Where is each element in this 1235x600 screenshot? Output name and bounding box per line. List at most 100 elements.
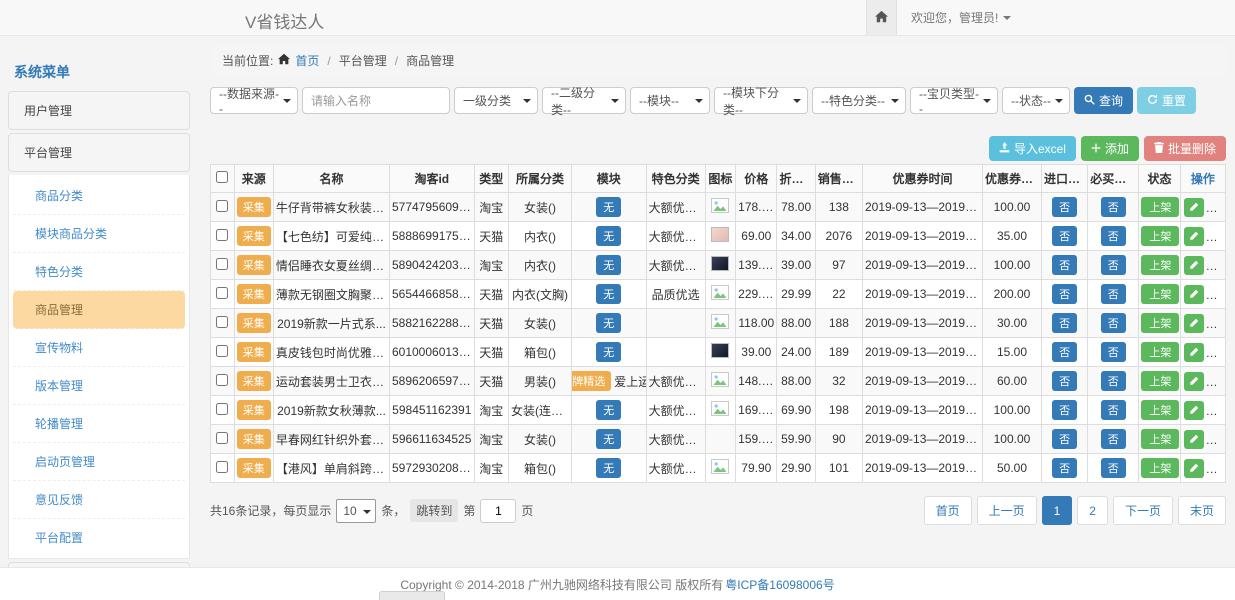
name-input[interactable] [302, 87, 450, 114]
import-select-toggle[interactable]: 否 [1052, 429, 1077, 449]
status-toggle-button[interactable]: 上架 [1141, 371, 1179, 391]
row-checkbox[interactable] [216, 461, 228, 473]
status-toggle-button[interactable]: 上架 [1141, 226, 1179, 246]
row-checkbox[interactable] [216, 200, 228, 212]
sidebar-item-意见反馈[interactable]: 意见反馈 [13, 481, 185, 519]
row-checkbox[interactable] [216, 229, 228, 241]
import-select-toggle[interactable]: 否 [1052, 313, 1077, 333]
source-badge[interactable]: 采集 [237, 313, 271, 333]
row-checkbox[interactable] [216, 345, 228, 357]
source-badge[interactable]: 采集 [237, 255, 271, 275]
sidebar-item-商品管理[interactable]: 商品管理 [13, 291, 185, 329]
row-checkbox[interactable] [216, 287, 228, 299]
import-excel-button[interactable]: 导入excel [989, 136, 1076, 161]
add-button[interactable]: 添加 [1081, 136, 1139, 161]
sidebar-item-版本管理[interactable]: 版本管理 [13, 367, 185, 405]
page-button-下一页[interactable]: 下一页 [1113, 496, 1173, 525]
must-buy-toggle[interactable]: 否 [1101, 429, 1126, 449]
module-badge[interactable]: 无 [596, 197, 621, 217]
must-buy-toggle[interactable]: 否 [1101, 197, 1126, 217]
source-badge[interactable]: 采集 [237, 226, 271, 246]
status-toggle-button[interactable]: 上架 [1141, 429, 1179, 449]
page-button-末页[interactable]: 末页 [1178, 496, 1226, 525]
source-badge[interactable]: 采集 [237, 371, 271, 391]
import-select-toggle[interactable]: 否 [1052, 400, 1077, 420]
home-button[interactable] [866, 0, 897, 35]
row-checkbox[interactable] [216, 432, 228, 444]
row-checkbox[interactable] [216, 316, 228, 328]
reset-button[interactable]: 重置 [1137, 87, 1196, 114]
batch-delete-button[interactable]: 批量删除 [1144, 136, 1226, 161]
module-badge[interactable]: 无 [596, 255, 621, 275]
module-sub-category-select[interactable]: --模块下分类-- [714, 87, 808, 114]
sidebar-item-平台管理[interactable]: 平台管理 [8, 133, 190, 172]
edit-button[interactable] [1184, 227, 1204, 246]
sidebar-item-宣传物料[interactable]: 宣传物料 [13, 329, 185, 367]
status-toggle-button[interactable]: 上架 [1141, 400, 1179, 420]
per-page-select[interactable]: 10 [336, 499, 376, 523]
import-select-toggle[interactable]: 否 [1052, 226, 1077, 246]
breadcrumb-home-link[interactable]: 首页 [295, 52, 319, 69]
module-badge[interactable]: 无 [596, 284, 621, 304]
edit-button[interactable] [1184, 401, 1204, 420]
page-button-上一页[interactable]: 上一页 [977, 496, 1037, 525]
module-badge[interactable]: 品牌精选 [571, 371, 611, 391]
page-button-2[interactable]: 2 [1077, 496, 1108, 525]
edit-button[interactable] [1184, 285, 1204, 304]
module-badge[interactable]: 无 [596, 400, 621, 420]
jump-to-button[interactable]: 跳转到 [410, 499, 458, 522]
must-buy-toggle[interactable]: 否 [1101, 400, 1126, 420]
source-badge[interactable]: 采集 [237, 429, 271, 449]
source-badge[interactable]: 采集 [237, 197, 271, 217]
edit-button[interactable] [1184, 256, 1204, 275]
icp-link[interactable]: 粤ICP备16098006号 [725, 576, 834, 593]
must-buy-toggle[interactable]: 否 [1101, 226, 1126, 246]
import-select-toggle[interactable]: 否 [1052, 342, 1077, 362]
sidebar-item-轮播管理[interactable]: 轮播管理 [13, 405, 185, 443]
import-select-toggle[interactable]: 否 [1052, 255, 1077, 275]
module-badge[interactable]: 无 [596, 313, 621, 333]
module-badge[interactable]: 无 [596, 226, 621, 246]
level2-category-select[interactable]: --二级分类-- [542, 87, 626, 114]
status-toggle-button[interactable]: 上架 [1141, 313, 1179, 333]
import-select-toggle[interactable]: 否 [1052, 458, 1077, 478]
must-buy-toggle[interactable]: 否 [1101, 371, 1126, 391]
import-select-toggle[interactable]: 否 [1052, 284, 1077, 304]
page-number-input[interactable] [480, 499, 516, 523]
page-button-首页[interactable]: 首页 [924, 496, 972, 525]
sidebar-item-模块商品分类[interactable]: 模块商品分类 [13, 215, 185, 253]
module-badge[interactable]: 无 [596, 342, 621, 362]
feature-category-select[interactable]: --特色分类-- [812, 87, 906, 114]
sidebar-item-用户管理[interactable]: 用户管理 [8, 91, 190, 130]
module-select[interactable]: --模块-- [630, 87, 710, 114]
must-buy-toggle[interactable]: 否 [1101, 342, 1126, 362]
status-toggle-button[interactable]: 上架 [1141, 197, 1179, 217]
import-select-toggle[interactable]: 否 [1052, 197, 1077, 217]
edit-button[interactable] [1184, 314, 1204, 333]
edit-button[interactable] [1184, 459, 1204, 478]
import-select-toggle[interactable]: 否 [1052, 371, 1077, 391]
source-badge[interactable]: 采集 [237, 458, 271, 478]
source-badge[interactable]: 采集 [237, 342, 271, 362]
page-button-1[interactable]: 1 [1042, 496, 1073, 525]
must-buy-toggle[interactable]: 否 [1101, 458, 1126, 478]
must-buy-toggle[interactable]: 否 [1101, 313, 1126, 333]
edit-button[interactable] [1184, 372, 1204, 391]
status-select[interactable]: --状态-- [1002, 87, 1070, 114]
status-toggle-button[interactable]: 上架 [1141, 255, 1179, 275]
status-toggle-button[interactable]: 上架 [1141, 284, 1179, 304]
status-toggle-button[interactable]: 上架 [1141, 342, 1179, 362]
sidebar-item-特色分类[interactable]: 特色分类 [13, 253, 185, 291]
item-type-select[interactable]: --宝贝类型-- [910, 87, 998, 114]
sidebar-item-商品分类[interactable]: 商品分类 [13, 177, 185, 215]
row-checkbox[interactable] [216, 258, 228, 270]
source-badge[interactable]: 采集 [237, 284, 271, 304]
row-checkbox[interactable] [216, 403, 228, 415]
level1-category-select[interactable]: 一级分类 [454, 87, 538, 114]
search-button[interactable]: 查询 [1074, 87, 1133, 114]
module-badge[interactable]: 无 [596, 429, 621, 449]
row-checkbox[interactable] [216, 374, 228, 386]
user-menu[interactable]: 欢迎您，管理员! [911, 9, 1011, 26]
edit-button[interactable] [1184, 343, 1204, 362]
source-badge[interactable]: 采集 [237, 400, 271, 420]
